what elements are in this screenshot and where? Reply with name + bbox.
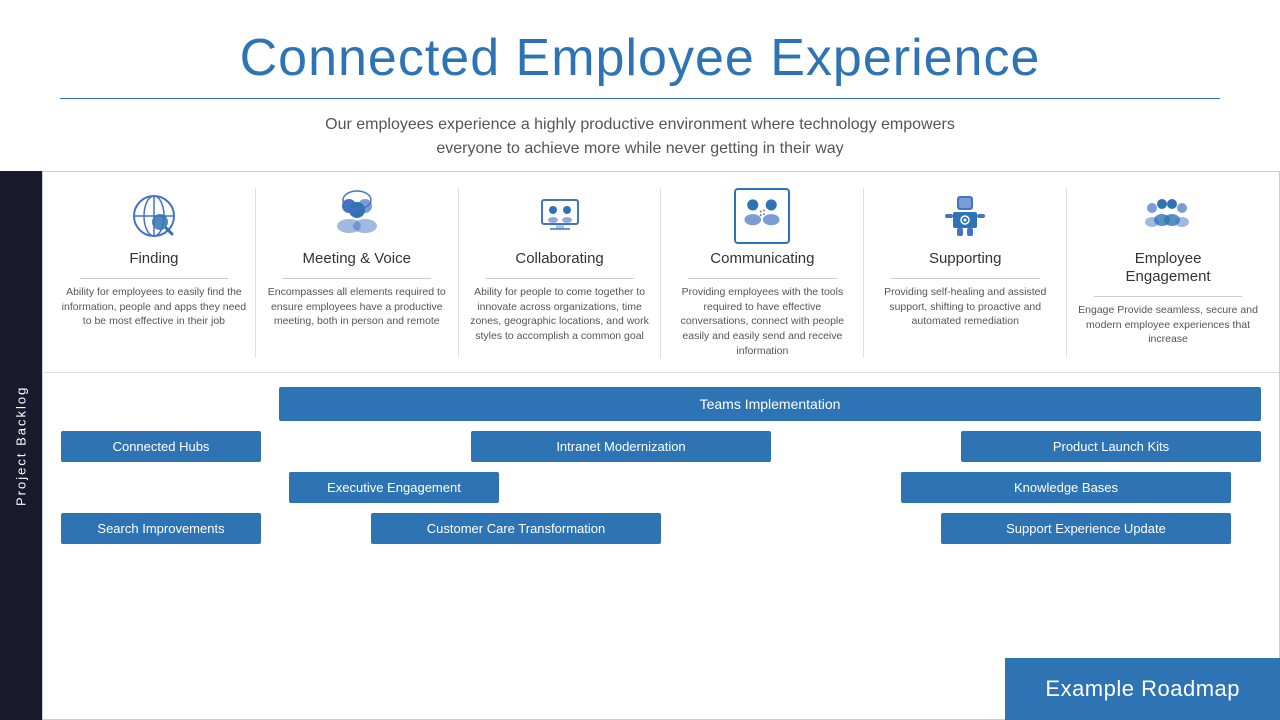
main-area: Project Backlog <box>0 171 1280 720</box>
pillar-supporting-title: Supporting <box>929 250 1002 268</box>
communicate-icon <box>734 188 790 244</box>
main-title: Connected Employee Experience <box>60 28 1220 88</box>
globe-icon <box>126 188 182 244</box>
roadmap-row-4: Search Improvements Customer Care Transf… <box>61 513 1261 544</box>
pillar-collaborating-desc: Ability for people to come together to i… <box>467 285 653 344</box>
pillar-meeting: Meeting & Voice Encompasses all elements… <box>256 188 459 358</box>
pillar-divider <box>485 278 634 279</box>
intranet-modernization-btn[interactable]: Intranet Modernization <box>471 431 771 462</box>
pillar-engagement-title: Employee Engagement <box>1126 250 1211 286</box>
roadmap-row-3: Executive Engagement Knowledge Bases <box>61 472 1261 503</box>
meeting-icon <box>329 188 385 244</box>
engagement-icon <box>1140 188 1196 244</box>
pillar-finding-title: Finding <box>129 250 178 268</box>
header-section: Connected Employee Experience Our employ… <box>0 0 1280 171</box>
example-roadmap-badge: Example Roadmap <box>1005 658 1280 720</box>
pillar-collaborating: Collaborating Ability for people to come… <box>459 188 662 358</box>
subtitle: Our employees experience a highly produc… <box>60 113 1220 161</box>
knowledge-bases-btn[interactable]: Knowledge Bases <box>901 472 1231 503</box>
pillar-finding: Finding Ability for employees to easily … <box>53 188 256 358</box>
project-backlog-sidebar: Project Backlog <box>0 171 42 720</box>
connected-hubs-btn[interactable]: Connected Hubs <box>61 431 261 462</box>
roadmap-row-1: Teams Implementation <box>61 387 1261 421</box>
executive-engagement-btn[interactable]: Executive Engagement <box>289 472 499 503</box>
content-panel: Finding Ability for employees to easily … <box>42 171 1280 720</box>
pillar-divider <box>1094 296 1243 297</box>
pillar-supporting: Supporting Providing self-healing and as… <box>864 188 1067 358</box>
customer-care-btn[interactable]: Customer Care Transformation <box>371 513 661 544</box>
support-icon <box>937 188 993 244</box>
pillar-communicating-desc: Providing employees with the tools requi… <box>669 285 855 358</box>
page-container: Connected Employee Experience Our employ… <box>0 0 1280 720</box>
teams-implementation-btn[interactable]: Teams Implementation <box>279 387 1261 421</box>
pillars-section: Finding Ability for employees to easily … <box>43 172 1279 373</box>
pillar-divider <box>891 278 1040 279</box>
pillar-communicating-title: Communicating <box>710 250 814 268</box>
pillar-engagement-desc: Engage Provide seamless, secure and mode… <box>1075 303 1261 347</box>
search-improvements-btn[interactable]: Search Improvements <box>61 513 261 544</box>
pillar-supporting-desc: Providing self-healing and assisted supp… <box>872 285 1058 329</box>
pillar-divider <box>80 278 229 279</box>
roadmap-row-2: Connected Hubs Intranet Modernization Pr… <box>61 431 1261 462</box>
collaborate-icon <box>532 188 588 244</box>
pillar-divider <box>282 278 431 279</box>
pillar-engagement: Employee Engagement Engage Provide seaml… <box>1067 188 1269 358</box>
product-launch-kits-btn[interactable]: Product Launch Kits <box>961 431 1261 462</box>
pillar-finding-desc: Ability for employees to easily find the… <box>61 285 247 329</box>
pillar-meeting-title: Meeting & Voice <box>303 250 411 268</box>
pillar-meeting-desc: Encompasses all elements required to ens… <box>264 285 450 329</box>
support-experience-btn[interactable]: Support Experience Update <box>941 513 1231 544</box>
header-divider <box>60 98 1220 99</box>
pillar-collaborating-title: Collaborating <box>515 250 603 268</box>
pillar-divider <box>688 278 837 279</box>
pillar-communicating: Communicating Providing employees with t… <box>661 188 864 358</box>
